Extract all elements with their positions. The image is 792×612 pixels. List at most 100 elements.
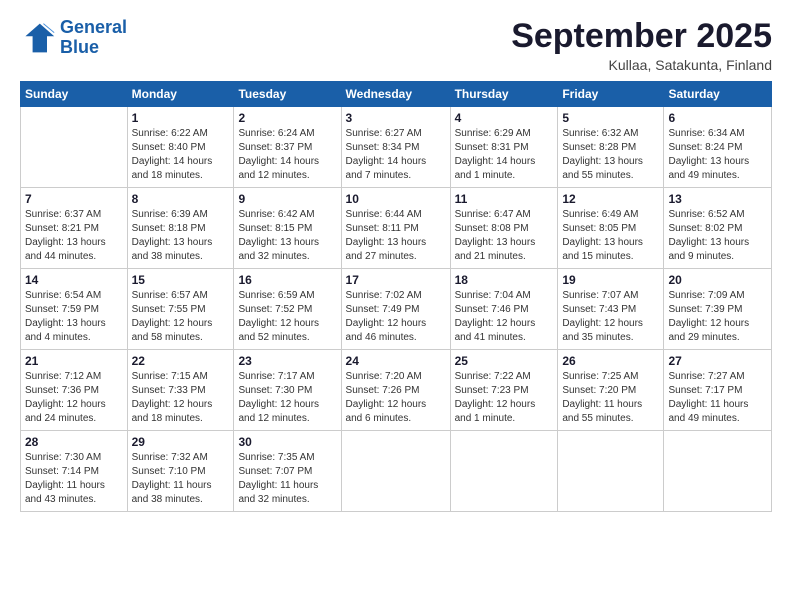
week-row-4: 28 Sunrise: 7:30 AM Sunset: 7:14 PM Dayli… bbox=[21, 431, 772, 512]
logo-line2: Blue bbox=[60, 37, 99, 57]
day-number: 4 bbox=[455, 111, 554, 125]
day-number: 6 bbox=[668, 111, 767, 125]
day-number: 16 bbox=[238, 273, 336, 287]
day-info: Sunrise: 6:27 AM Sunset: 8:34 PM Dayligh… bbox=[346, 127, 446, 183]
day-number: 12 bbox=[562, 192, 659, 206]
day-number: 11 bbox=[455, 192, 554, 206]
day-info: Sunrise: 7:07 AM Sunset: 7:43 PM Dayligh… bbox=[562, 289, 659, 345]
day-number: 27 bbox=[668, 354, 767, 368]
day-number: 7 bbox=[25, 192, 123, 206]
day-info: Sunrise: 7:25 AM Sunset: 7:20 PM Dayligh… bbox=[562, 370, 659, 426]
calendar-cell: 14Sunrise: 6:54 AM Sunset: 7:59 PM Dayli… bbox=[21, 269, 128, 350]
calendar-cell: 17Sunrise: 7:02 AM Sunset: 7:49 PM Dayli… bbox=[341, 269, 450, 350]
day-info: Sunrise: 6:22 AM Sunset: 8:40 PM Dayligh… bbox=[132, 127, 230, 183]
title-block: September 2025 Kullaa, Satakunta, Finlan… bbox=[511, 18, 772, 73]
day-number: 20 bbox=[668, 273, 767, 287]
calendar-header-thursday: Thursday bbox=[450, 82, 558, 107]
calendar-cell: 21 Sunrise: 7:12 AM Sunset: 7:36 PM Dayli… bbox=[21, 350, 128, 431]
day-info: Sunrise: 6:42 AM Sunset: 8:15 PM Dayligh… bbox=[238, 208, 336, 264]
calendar-header-sunday: Sunday bbox=[21, 82, 128, 107]
day-number: 25 bbox=[455, 354, 554, 368]
day-info: Sunrise: 7:32 AM Sunset: 7:10 PM Dayligh… bbox=[132, 451, 230, 507]
day-info: Sunrise: 6:44 AM Sunset: 8:11 PM Dayligh… bbox=[346, 208, 446, 264]
calendar-cell: 19 Sunrise: 7:07 AM Sunset: 7:43 PM Dayli… bbox=[558, 269, 664, 350]
calendar-cell: 3 Sunrise: 6:27 AM Sunset: 8:34 PM Daylig… bbox=[341, 107, 450, 188]
day-info: Sunrise: 7:22 AM Sunset: 7:23 PM Dayligh… bbox=[455, 370, 554, 426]
day-info: Sunrise: 7:09 AM Sunset: 7:39 PM Dayligh… bbox=[668, 289, 767, 345]
calendar-cell: 7 Sunrise: 6:37 AM Sunset: 8:21 PM Daylig… bbox=[21, 188, 128, 269]
calendar-cell: 22 Sunrise: 7:15 AM Sunset: 7:33 PM Dayli… bbox=[127, 350, 234, 431]
day-number: 23 bbox=[238, 354, 336, 368]
day-info: Sunrise: 7:35 AM Sunset: 7:07 PM Dayligh… bbox=[238, 451, 336, 507]
calendar-cell: 1 Sunrise: 6:22 AM Sunset: 8:40 PM Daylig… bbox=[127, 107, 234, 188]
day-info: Sunrise: 6:57 AM Sunset: 7:55 PM Dayligh… bbox=[132, 289, 230, 345]
day-number: 9 bbox=[238, 192, 336, 206]
calendar-cell: 18 Sunrise: 7:04 AM Sunset: 7:46 PM Dayli… bbox=[450, 269, 558, 350]
day-number: 18 bbox=[455, 273, 554, 287]
day-info: Sunrise: 6:59 AM Sunset: 7:52 PM Dayligh… bbox=[238, 289, 336, 345]
calendar-cell: 5 Sunrise: 6:32 AM Sunset: 8:28 PM Daylig… bbox=[558, 107, 664, 188]
location: Kullaa, Satakunta, Finland bbox=[511, 57, 772, 73]
day-number: 26 bbox=[562, 354, 659, 368]
day-info: Sunrise: 7:17 AM Sunset: 7:30 PM Dayligh… bbox=[238, 370, 336, 426]
page: General Blue September 2025 Kullaa, Sata… bbox=[0, 0, 792, 612]
calendar-cell: 8Sunrise: 6:39 AM Sunset: 8:18 PM Daylig… bbox=[127, 188, 234, 269]
day-info: Sunrise: 6:47 AM Sunset: 8:08 PM Dayligh… bbox=[455, 208, 554, 264]
calendar-cell: 15Sunrise: 6:57 AM Sunset: 7:55 PM Dayli… bbox=[127, 269, 234, 350]
day-info: Sunrise: 6:37 AM Sunset: 8:21 PM Dayligh… bbox=[25, 208, 123, 264]
calendar-cell: 20 Sunrise: 7:09 AM Sunset: 7:39 PM Dayli… bbox=[664, 269, 772, 350]
day-info: Sunrise: 6:49 AM Sunset: 8:05 PM Dayligh… bbox=[562, 208, 659, 264]
day-info: Sunrise: 6:29 AM Sunset: 8:31 PM Dayligh… bbox=[455, 127, 554, 183]
calendar-cell bbox=[664, 431, 772, 512]
day-info: Sunrise: 7:04 AM Sunset: 7:46 PM Dayligh… bbox=[455, 289, 554, 345]
week-row-3: 21 Sunrise: 7:12 AM Sunset: 7:36 PM Dayli… bbox=[21, 350, 772, 431]
logo-line1: General bbox=[60, 17, 127, 37]
day-number: 17 bbox=[346, 273, 446, 287]
calendar-header-row: SundayMondayTuesdayWednesdayThursdayFrid… bbox=[21, 82, 772, 107]
calendar: SundayMondayTuesdayWednesdayThursdayFrid… bbox=[20, 81, 772, 512]
day-info: Sunrise: 6:52 AM Sunset: 8:02 PM Dayligh… bbox=[668, 208, 767, 264]
calendar-header-monday: Monday bbox=[127, 82, 234, 107]
calendar-cell: 26 Sunrise: 7:25 AM Sunset: 7:20 PM Dayli… bbox=[558, 350, 664, 431]
calendar-header-friday: Friday bbox=[558, 82, 664, 107]
day-number: 28 bbox=[25, 435, 123, 449]
calendar-cell: 25 Sunrise: 7:22 AM Sunset: 7:23 PM Dayli… bbox=[450, 350, 558, 431]
calendar-cell: 13 Sunrise: 6:52 AM Sunset: 8:02 PM Dayli… bbox=[664, 188, 772, 269]
calendar-cell: 6 Sunrise: 6:34 AM Sunset: 8:24 PM Daylig… bbox=[664, 107, 772, 188]
day-info: Sunrise: 7:30 AM Sunset: 7:14 PM Dayligh… bbox=[25, 451, 123, 507]
calendar-cell bbox=[558, 431, 664, 512]
day-number: 22 bbox=[132, 354, 230, 368]
header: General Blue September 2025 Kullaa, Sata… bbox=[20, 18, 772, 73]
day-number: 3 bbox=[346, 111, 446, 125]
logo-text: General Blue bbox=[60, 18, 127, 58]
calendar-cell: 2 Sunrise: 6:24 AM Sunset: 8:37 PM Daylig… bbox=[234, 107, 341, 188]
day-number: 19 bbox=[562, 273, 659, 287]
week-row-0: 1 Sunrise: 6:22 AM Sunset: 8:40 PM Daylig… bbox=[21, 107, 772, 188]
calendar-cell: 29 Sunrise: 7:32 AM Sunset: 7:10 PM Dayli… bbox=[127, 431, 234, 512]
calendar-cell: 24 Sunrise: 7:20 AM Sunset: 7:26 PM Dayli… bbox=[341, 350, 450, 431]
day-number: 29 bbox=[132, 435, 230, 449]
day-number: 21 bbox=[25, 354, 123, 368]
day-info: Sunrise: 6:54 AM Sunset: 7:59 PM Dayligh… bbox=[25, 289, 123, 345]
logo: General Blue bbox=[20, 18, 127, 58]
day-number: 2 bbox=[238, 111, 336, 125]
day-info: Sunrise: 6:34 AM Sunset: 8:24 PM Dayligh… bbox=[668, 127, 767, 183]
day-info: Sunrise: 7:20 AM Sunset: 7:26 PM Dayligh… bbox=[346, 370, 446, 426]
calendar-cell: 9 Sunrise: 6:42 AM Sunset: 8:15 PM Daylig… bbox=[234, 188, 341, 269]
calendar-cell: 12 Sunrise: 6:49 AM Sunset: 8:05 PM Dayli… bbox=[558, 188, 664, 269]
calendar-cell: 11 Sunrise: 6:47 AM Sunset: 8:08 PM Dayli… bbox=[450, 188, 558, 269]
calendar-header-tuesday: Tuesday bbox=[234, 82, 341, 107]
day-info: Sunrise: 6:32 AM Sunset: 8:28 PM Dayligh… bbox=[562, 127, 659, 183]
day-number: 1 bbox=[132, 111, 230, 125]
day-number: 5 bbox=[562, 111, 659, 125]
calendar-header-wednesday: Wednesday bbox=[341, 82, 450, 107]
calendar-cell: 4 Sunrise: 6:29 AM Sunset: 8:31 PM Daylig… bbox=[450, 107, 558, 188]
calendar-cell: 30Sunrise: 7:35 AM Sunset: 7:07 PM Dayli… bbox=[234, 431, 341, 512]
day-number: 13 bbox=[668, 192, 767, 206]
day-info: Sunrise: 7:12 AM Sunset: 7:36 PM Dayligh… bbox=[25, 370, 123, 426]
day-number: 24 bbox=[346, 354, 446, 368]
day-info: Sunrise: 6:24 AM Sunset: 8:37 PM Dayligh… bbox=[238, 127, 336, 183]
week-row-2: 14Sunrise: 6:54 AM Sunset: 7:59 PM Dayli… bbox=[21, 269, 772, 350]
day-info: Sunrise: 7:15 AM Sunset: 7:33 PM Dayligh… bbox=[132, 370, 230, 426]
calendar-cell bbox=[450, 431, 558, 512]
